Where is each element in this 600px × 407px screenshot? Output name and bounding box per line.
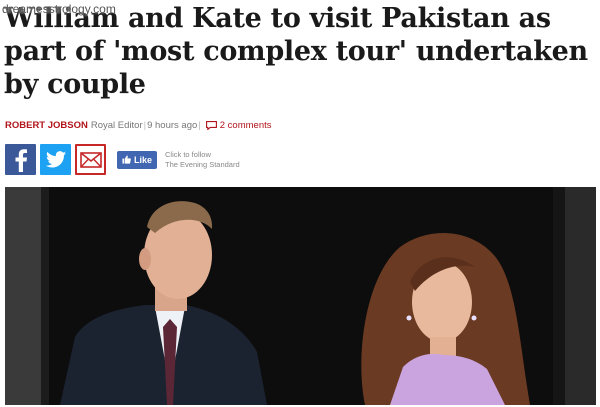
email-share-button[interactable] [75,144,106,175]
thumbs-up-icon [122,155,131,164]
follow-line-2: The Evening Standard [165,159,240,169]
byline-separator: | [143,120,147,131]
twitter-share-button[interactable] [40,144,71,175]
byline-separator: | [198,120,201,131]
site-watermark: dreamesstrology.com [2,2,116,16]
social-share-bar: Like Click to follow The Evening Standar… [5,144,240,175]
comments-count: 2 comments [219,120,272,131]
like-label: Like [134,154,153,165]
author-name[interactable]: ROBERT JOBSON [5,120,88,131]
follow-line-1: Click to follow [165,149,211,159]
follow-prompt[interactable]: Click to follow The Evening Standard [165,150,240,170]
facebook-icon [15,148,27,172]
email-icon [79,151,102,168]
comment-icon [205,121,217,130]
facebook-like-button[interactable]: Like [117,150,158,169]
article-hero-photo [5,187,596,405]
byline: ROBERT JOBSON Royal Editor | 9 hours ago… [5,120,272,131]
publish-time: 9 hours ago [147,120,198,131]
hero-photo-illustration [5,187,596,405]
twitter-icon [45,151,66,168]
author-role: Royal Editor [90,120,143,131]
article-headline: William and Kate to visit Pakistan as pa… [4,3,588,100]
comments-link[interactable]: 2 comments [202,120,272,131]
facebook-share-button[interactable] [5,144,36,175]
